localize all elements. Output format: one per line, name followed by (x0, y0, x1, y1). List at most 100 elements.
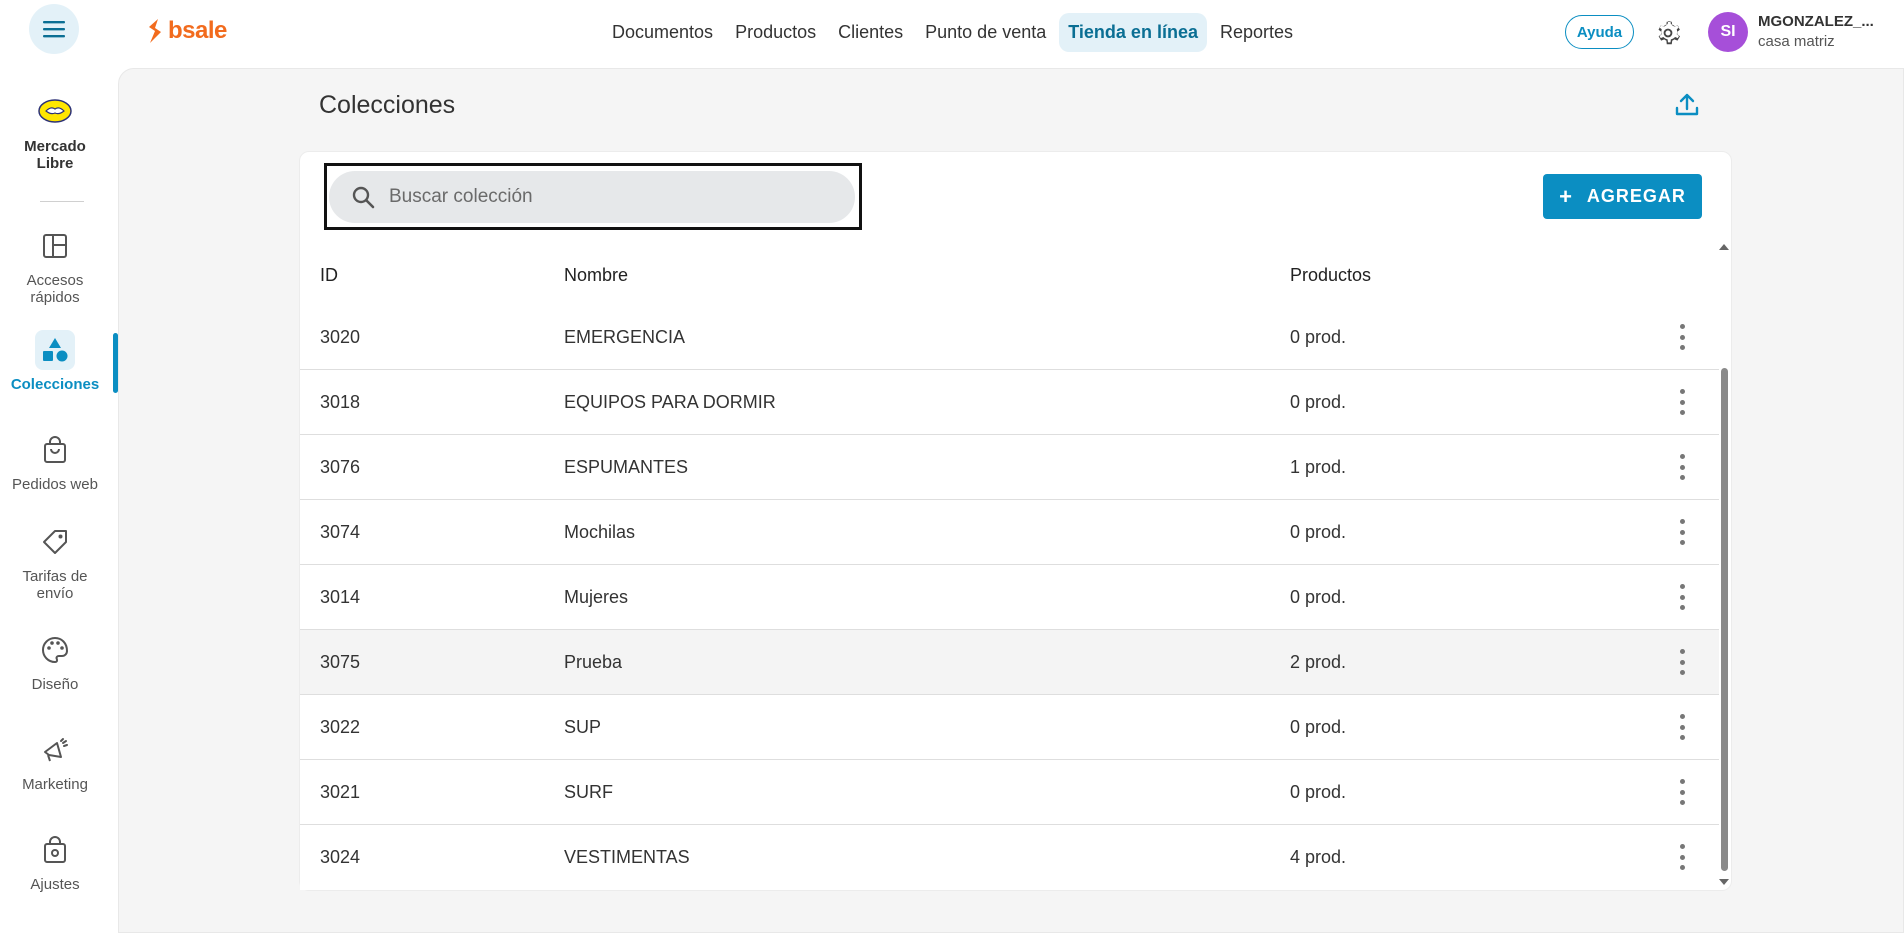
row-more-icon[interactable] (1676, 645, 1688, 679)
nav-clientes[interactable]: Clientes (829, 13, 912, 52)
row-id: 3020 (320, 327, 361, 347)
row-id: 3075 (320, 652, 361, 672)
avatar[interactable]: SI (1708, 12, 1748, 52)
row-id: 3014 (320, 587, 361, 607)
row-name: ESPUMANTES (564, 457, 689, 477)
bag-gear-icon (35, 830, 75, 870)
table-row[interactable]: 3076 ESPUMANTES 1 prod. (300, 435, 1719, 500)
nav-reportes[interactable]: Reportes (1211, 13, 1302, 52)
sidebar-item-label: Diseño (31, 676, 79, 693)
sidebar-item-tarifas-de-envio[interactable]: Tarifas de envío (0, 522, 110, 602)
column-header-nombre: Nombre (564, 265, 629, 285)
row-more-icon[interactable] (1676, 710, 1688, 744)
row-more-icon[interactable] (1676, 775, 1688, 809)
row-id: 3022 (320, 717, 361, 737)
sidebar-item-ajustes[interactable]: Ajustes (0, 830, 110, 893)
row-name: SURF (564, 782, 613, 802)
sidebar-item-pedidos-web[interactable]: Pedidos web (0, 430, 110, 493)
nav-punto-de-venta[interactable]: Punto de venta (916, 13, 1055, 52)
upload-icon[interactable] (1674, 92, 1700, 118)
layout-panels-icon (35, 226, 75, 266)
table-row[interactable]: 3020 EMERGENCIA 0 prod. (300, 305, 1719, 370)
hamburger-icon (43, 21, 65, 38)
sidebar-item-diseno[interactable]: Diseño (0, 630, 110, 693)
mercadolibre-logo-icon (38, 99, 72, 123)
column-header-id: ID (320, 265, 338, 285)
palette-icon (35, 630, 75, 670)
shapes-icon (35, 330, 75, 370)
row-products: 0 prod. (1290, 392, 1347, 412)
sidebar-item-marketing[interactable]: Marketing (0, 730, 110, 793)
row-id: 3021 (320, 782, 361, 802)
row-products: 0 prod. (1290, 327, 1347, 347)
gear-icon[interactable] (1653, 18, 1683, 48)
search-bar[interactable] (329, 171, 855, 223)
top-nav: Documentos Productos Clientes Punto de v… (603, 12, 1302, 52)
table-row[interactable]: 3024 VESTIMENTAS 4 prod. (300, 825, 1719, 890)
table-row[interactable]: 3074 Mochilas 0 prod. (300, 500, 1719, 565)
row-more-icon[interactable] (1676, 840, 1688, 874)
brand-logo[interactable]: bsale (146, 17, 227, 45)
row-more-icon[interactable] (1676, 450, 1688, 484)
page-title: Colecciones (319, 91, 456, 119)
search-icon (352, 186, 375, 209)
row-more-icon[interactable] (1676, 385, 1688, 419)
top-bar: bsale Documentos Productos Clientes Punt… (0, 0, 1904, 64)
row-products: 4 prod. (1290, 847, 1347, 867)
nav-productos[interactable]: Productos (726, 13, 825, 52)
row-name: Mujeres (564, 587, 629, 607)
scroll-up-arrow[interactable] (1719, 244, 1729, 250)
search-input[interactable] (389, 186, 829, 208)
sidebar-item-colecciones[interactable]: Colecciones (0, 330, 110, 393)
sidebar-item-label: Colecciones (10, 376, 100, 393)
row-name: EMERGENCIA (564, 327, 686, 347)
sidebar (0, 64, 118, 933)
sidebar-item-label: Accesos rápidos (26, 272, 84, 306)
row-products: 0 prod. (1290, 522, 1347, 542)
row-products: 2 prod. (1290, 652, 1347, 672)
sidebar-item-label: Pedidos web (12, 476, 98, 493)
row-products: 0 prod. (1290, 717, 1347, 737)
help-button[interactable]: Ayuda (1565, 15, 1634, 49)
scroll-down-arrow[interactable] (1719, 879, 1729, 885)
tag-icon (35, 522, 75, 562)
brand-name: bsale (168, 17, 227, 44)
user-branch: casa matriz (1758, 33, 1835, 50)
row-more-icon[interactable] (1676, 580, 1688, 614)
sidebar-item-label: Tarifas de envío (22, 568, 88, 602)
row-products: 0 prod. (1290, 782, 1347, 802)
scrollbar-thumb[interactable] (1721, 368, 1728, 871)
sidebar-item-label: Ajustes (30, 876, 80, 893)
row-name: Prueba (564, 652, 623, 672)
row-name: VESTIMENTAS (564, 847, 690, 867)
table-row[interactable]: 3075 Prueba 2 prod. (300, 630, 1719, 695)
table-row[interactable]: 3018 EQUIPOS PARA DORMIR 0 prod. (300, 370, 1719, 435)
sidebar-item-mercado-libre[interactable]: Mercado Libre (0, 96, 110, 172)
add-button[interactable]: + AGREGAR (1543, 174, 1702, 219)
add-button-label: AGREGAR (1586, 186, 1686, 206)
megaphone-icon (35, 730, 75, 770)
row-name: SUP (564, 717, 602, 737)
row-name: Mochilas (564, 522, 636, 542)
nav-tienda-en-linea[interactable]: Tienda en línea (1059, 12, 1207, 52)
row-more-icon[interactable] (1676, 515, 1688, 549)
row-id: 3074 (320, 522, 361, 542)
shopping-bag-icon (35, 430, 75, 470)
table-row[interactable]: 3021 SURF 0 prod. (300, 760, 1719, 825)
row-products: 1 prod. (1290, 457, 1347, 477)
column-header-productos: Productos (1290, 265, 1372, 285)
table-row[interactable]: 3014 Mujeres 0 prod. (300, 565, 1719, 630)
table-row[interactable]: 3022 SUP 0 prod. (300, 695, 1719, 760)
sidebar-item-accesos-rapidos[interactable]: Accesos rápidos (0, 226, 110, 306)
row-products: 0 prod. (1290, 587, 1347, 607)
row-name: EQUIPOS PARA DORMIR (564, 392, 776, 412)
nav-documentos[interactable]: Documentos (603, 13, 722, 52)
row-more-icon[interactable] (1676, 320, 1688, 354)
sidebar-item-label: Mercado Libre (24, 138, 86, 172)
plus-icon: + (1559, 183, 1573, 209)
sidebar-item-label: Marketing (22, 776, 88, 793)
menu-button[interactable] (29, 4, 79, 54)
row-id: 3076 (320, 457, 361, 477)
row-id: 3024 (320, 847, 361, 867)
user-name[interactable]: MGONZALEZ_... (1758, 13, 1874, 30)
